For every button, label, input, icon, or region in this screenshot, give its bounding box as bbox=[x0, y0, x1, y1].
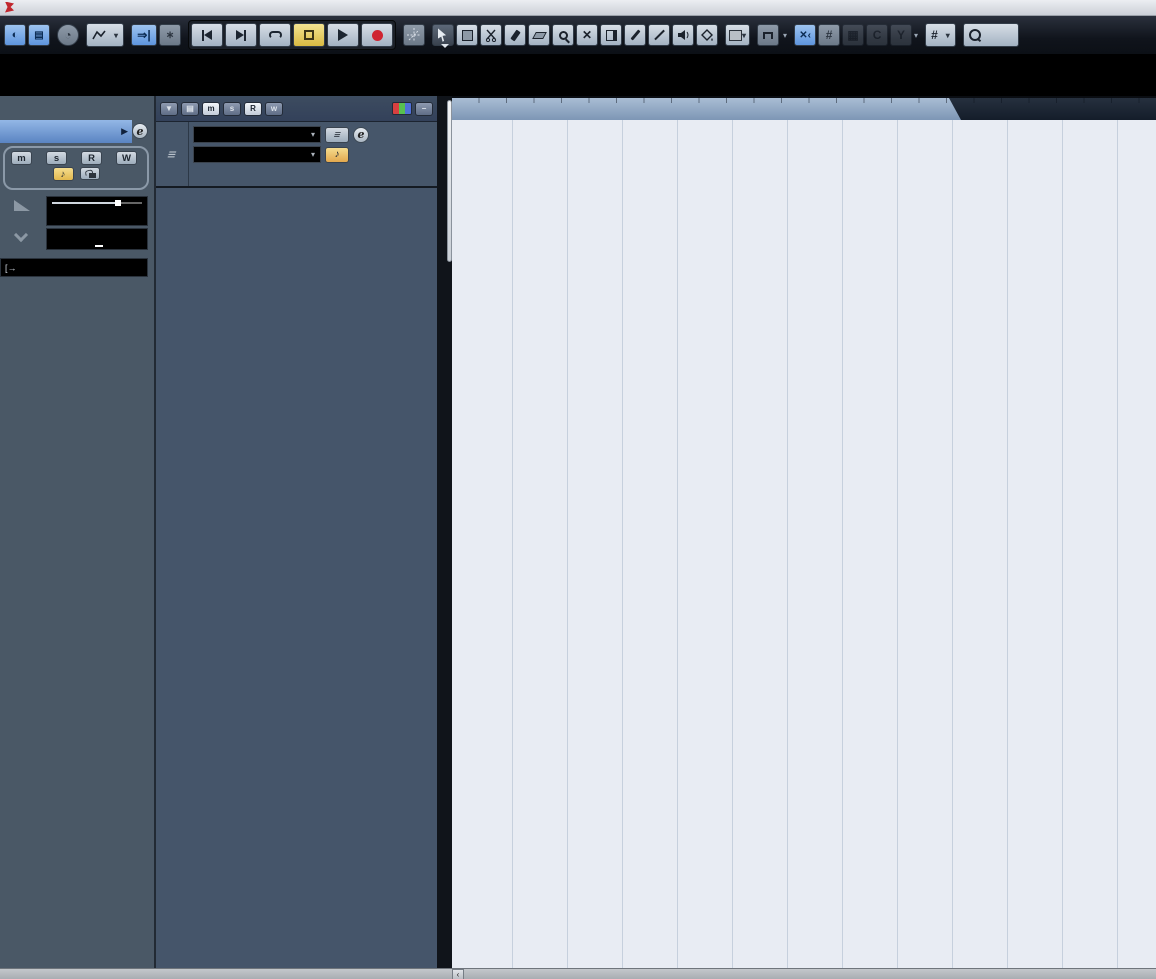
color-tool[interactable] bbox=[696, 24, 718, 46]
info-line bbox=[0, 54, 1156, 96]
mute-button[interactable]: m bbox=[11, 151, 32, 165]
pan-chevron-icon bbox=[14, 228, 28, 242]
global-read-button[interactable]: R bbox=[244, 102, 262, 116]
global-solo-button[interactable]: s bbox=[223, 102, 241, 116]
automation-curve-icon bbox=[92, 29, 106, 41]
inspector: ▶ e m s R W ♪ [→ bbox=[0, 96, 155, 979]
automation-mode-select[interactable]: ▾ bbox=[86, 23, 124, 47]
snap-type-grid-button[interactable]: # bbox=[818, 24, 840, 46]
suspend-autoscroll-button[interactable]: ∗ bbox=[159, 24, 181, 46]
activate-project-button[interactable]: ◐ bbox=[4, 24, 26, 46]
quantize-preset-select[interactable]: # ▾ bbox=[925, 23, 956, 47]
expand-arrow-icon: ▶ bbox=[121, 126, 132, 137]
track-list-arrow-button[interactable]: ▼ bbox=[160, 102, 178, 116]
autoscroll-button[interactable]: ⇒| bbox=[131, 24, 157, 46]
inspector-track-title[interactable]: ▶ bbox=[0, 120, 132, 143]
track-list-setup-button[interactable]: ▤ bbox=[181, 102, 199, 116]
global-write-button[interactable]: w bbox=[265, 102, 283, 116]
chevron-down-icon: ▾ bbox=[783, 31, 787, 40]
output-icon: [→ bbox=[1, 263, 21, 273]
divider-scrollbar-thumb[interactable] bbox=[447, 100, 452, 262]
goto-next-marker-button[interactable] bbox=[225, 23, 257, 47]
chevron-down-icon: ▾ bbox=[914, 31, 918, 40]
cubase-project-window: ◐ ▤ ◔ ▾ ⇒| ∗ bbox=[0, 0, 1156, 979]
event-parts bbox=[452, 96, 1156, 968]
hscroll-left-arrow[interactable]: ‹ bbox=[452, 969, 464, 979]
chevron-down-icon: ▾ bbox=[946, 31, 950, 40]
constrain-delay-button[interactable]: ◔ bbox=[57, 24, 79, 46]
quantize-value-select[interactable] bbox=[963, 23, 1019, 47]
edit-channel-button[interactable]: e bbox=[132, 123, 148, 139]
quantize-q-icon bbox=[969, 29, 981, 41]
arranger-track-panel: ≡ ▾ ≡ e ▾ ♪ bbox=[156, 122, 437, 188]
snap-on-off-button[interactable]: ✕‹ bbox=[794, 24, 816, 46]
snap-crosshair-button[interactable] bbox=[403, 24, 425, 46]
line-tool[interactable] bbox=[648, 24, 670, 46]
track-list: ▼ ▤ m s R w − ≡ ▾ ≡ e ▾ bbox=[155, 96, 437, 968]
play-scrub-tool[interactable] bbox=[672, 24, 694, 46]
output-routing-bar[interactable]: [→ bbox=[0, 258, 148, 277]
global-mute-button[interactable]: m bbox=[202, 102, 220, 116]
status-bar: ‹ bbox=[0, 968, 1156, 979]
snap-extra2-button: Y bbox=[890, 24, 912, 46]
snap-extra-button: C bbox=[866, 24, 888, 46]
lock-button[interactable] bbox=[80, 167, 100, 180]
arranger-edit-button[interactable]: e bbox=[353, 127, 369, 143]
arranger-item-select[interactable]: ▾ bbox=[193, 146, 321, 163]
write-automation-button[interactable]: W bbox=[116, 151, 137, 165]
toolbar: ◐ ▤ ◔ ▾ ⇒| ∗ bbox=[0, 16, 1156, 54]
zoom-tool[interactable] bbox=[552, 24, 574, 46]
tool-buttons: ✕ bbox=[432, 24, 718, 46]
chevron-down-icon: ▾ bbox=[114, 31, 118, 40]
pan-display[interactable] bbox=[46, 228, 148, 250]
arranger-chain-select[interactable]: ▾ bbox=[193, 126, 321, 143]
stop-button[interactable] bbox=[293, 23, 325, 47]
volume-slider[interactable] bbox=[52, 202, 142, 204]
nudge-palette-button[interactable] bbox=[757, 24, 779, 46]
goto-previous-marker-button[interactable] bbox=[191, 23, 223, 47]
comp-tool[interactable] bbox=[600, 24, 622, 46]
cycle-button[interactable] bbox=[259, 23, 291, 47]
pan-value bbox=[47, 229, 147, 231]
volume-display[interactable] bbox=[46, 196, 148, 226]
track-colors-button[interactable] bbox=[392, 102, 412, 115]
transport-panel bbox=[188, 20, 396, 50]
range-selection-tool[interactable] bbox=[456, 24, 478, 46]
volume-value bbox=[47, 197, 147, 199]
arranger-musical-button[interactable]: ♪ bbox=[325, 147, 349, 163]
read-automation-button[interactable]: R bbox=[81, 151, 102, 165]
inspector-msrw-panel: m s R W ♪ bbox=[3, 146, 149, 190]
arranger-mode-button[interactable]: ≡ bbox=[325, 127, 349, 143]
color-picker-button[interactable]: ▾ bbox=[725, 24, 750, 46]
play-button[interactable] bbox=[327, 23, 359, 47]
split-tool[interactable] bbox=[480, 24, 502, 46]
object-selection-tool[interactable] bbox=[432, 24, 454, 46]
solo-button[interactable]: s bbox=[46, 151, 67, 165]
fader-icon bbox=[14, 200, 30, 211]
musical-timebase-button[interactable]: ♪ bbox=[53, 167, 74, 181]
mute-tool[interactable]: ✕ bbox=[576, 24, 598, 46]
arranger-track-icon: ≡ bbox=[156, 122, 189, 186]
window-layout-button[interactable]: ▤ bbox=[28, 24, 50, 46]
event-display[interactable] bbox=[452, 96, 1156, 968]
menu-bar bbox=[0, 0, 1156, 16]
glue-tool[interactable] bbox=[504, 24, 526, 46]
grid-icon: # bbox=[931, 28, 938, 42]
draw-tool[interactable] bbox=[624, 24, 646, 46]
track-list-header: ▼ ▤ m s R w − bbox=[156, 96, 437, 122]
erase-tool[interactable] bbox=[528, 24, 550, 46]
grid-type-button: ▦ bbox=[842, 24, 864, 46]
record-button[interactable] bbox=[361, 23, 393, 47]
collapse-button[interactable]: − bbox=[415, 102, 433, 116]
app-logo-icon bbox=[4, 2, 18, 14]
